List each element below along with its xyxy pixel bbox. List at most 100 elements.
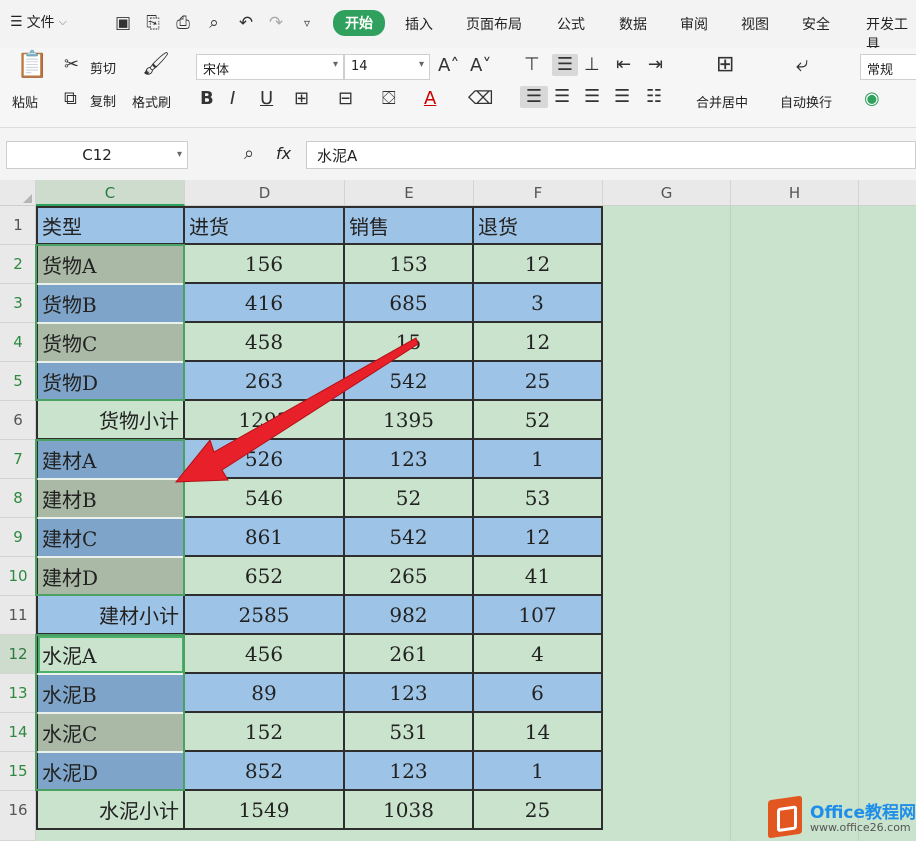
format-painter-icon[interactable]: 🖌 [142, 54, 170, 76]
cell-type[interactable]: 水泥B [36, 674, 185, 713]
tab-formulas[interactable]: 公式 [557, 14, 585, 34]
format-painter-button[interactable]: 格式刷 [132, 92, 171, 111]
column-header-c[interactable]: C [36, 180, 185, 206]
row-header-7[interactable]: 7 [0, 440, 36, 479]
cell-sales[interactable]: 542 [345, 362, 474, 401]
cell-sales[interactable]: 123 [345, 674, 474, 713]
number-format-select[interactable]: 常规 [860, 54, 916, 80]
indent-increase-icon[interactable]: ⇥ [648, 54, 663, 76]
distribute-icon[interactable]: ☷ [646, 86, 662, 108]
paste-icon[interactable]: 📋 [16, 52, 48, 78]
font-color-icon[interactable]: A [424, 88, 436, 110]
row-header-13[interactable]: 13 [0, 674, 36, 713]
cut-button[interactable]: 剪切 [90, 58, 116, 77]
cell-sales[interactable]: 542 [345, 518, 474, 557]
cell-type[interactable]: 货物D [36, 362, 185, 401]
align-bottom-icon[interactable]: ⊥ [584, 54, 600, 76]
cell-returns[interactable]: 53 [474, 479, 603, 518]
cell-type[interactable]: 货物B [36, 284, 185, 323]
merge-center-button[interactable]: 合并居中 [696, 92, 748, 111]
row-header-2[interactable]: 2 [0, 245, 36, 284]
select-all-corner[interactable] [0, 180, 36, 206]
cell-purchase[interactable]: 263 [185, 362, 345, 401]
row-header-14[interactable]: 14 [0, 713, 36, 752]
cell-sales[interactable]: 531 [345, 713, 474, 752]
cell-purchase[interactable]: 458 [185, 323, 345, 362]
fill-color-icon[interactable]: ⊟ [338, 88, 353, 110]
column-header-h[interactable]: H [731, 180, 859, 206]
bucket-icon[interactable]: ⛋ [382, 88, 396, 110]
font-size-select[interactable]: 14 ▾ [344, 54, 430, 80]
align-middle-icon[interactable]: ☰ [552, 54, 578, 76]
row-header-3[interactable]: 3 [0, 284, 36, 323]
cell-purchase[interactable]: 156 [185, 245, 345, 284]
cell-sales[interactable]: 265 [345, 557, 474, 596]
cell-purchase[interactable]: 2585 [185, 596, 345, 635]
cell-purchase[interactable]: 852 [185, 752, 345, 791]
row-header-9[interactable]: 9 [0, 518, 36, 557]
underline-icon[interactable]: U [260, 88, 273, 110]
cell-returns[interactable]: 3 [474, 284, 603, 323]
row-header-8[interactable]: 8 [0, 479, 36, 518]
cell-returns[interactable]: 25 [474, 791, 603, 830]
paste-button[interactable]: 粘贴 [12, 92, 38, 111]
increase-font-icon[interactable]: A˄ [438, 55, 459, 77]
cell-type[interactable]: 货物小计 [36, 401, 185, 440]
header-cell-returns[interactable]: 退货 [474, 206, 603, 245]
cell-purchase[interactable]: 526 [185, 440, 345, 479]
cell-type[interactable]: 货物C [36, 323, 185, 362]
cell-returns[interactable]: 52 [474, 401, 603, 440]
cell-purchase[interactable]: 89 [185, 674, 345, 713]
cell-returns[interactable]: 25 [474, 362, 603, 401]
redo-icon[interactable]: ↷ [265, 12, 287, 34]
cell-returns[interactable]: 6 [474, 674, 603, 713]
cell-purchase[interactable]: 456 [185, 635, 345, 674]
tab-review[interactable]: 审阅 [680, 14, 708, 34]
row-header-16[interactable]: 16 [0, 791, 36, 841]
cell-returns[interactable]: 12 [474, 518, 603, 557]
cell-returns[interactable]: 4 [474, 635, 603, 674]
row-header-12[interactable]: 12 [0, 635, 36, 674]
bold-icon[interactable]: B [200, 88, 214, 110]
cell-type[interactable]: 水泥小计 [36, 791, 185, 830]
cell-returns[interactable]: 12 [474, 245, 603, 284]
cell-type[interactable]: 货物A [36, 245, 185, 284]
cell-sales[interactable]: 15 [345, 323, 474, 362]
currency-icon[interactable]: ◉ [864, 88, 880, 110]
tab-data[interactable]: 数据 [619, 14, 647, 34]
cell-sales[interactable]: 685 [345, 284, 474, 323]
eraser-icon[interactable]: ⌫ [468, 88, 493, 110]
export-icon[interactable]: ⎘ [142, 12, 164, 34]
indent-decrease-icon[interactable]: ⇤ [616, 54, 631, 76]
cell-sales[interactable]: 153 [345, 245, 474, 284]
tab-home[interactable]: 开始 [333, 10, 385, 36]
cell-purchase[interactable]: 652 [185, 557, 345, 596]
align-center-icon[interactable]: ☰ [554, 86, 570, 108]
cell-sales[interactable]: 123 [345, 752, 474, 791]
copy-button[interactable]: 复制 [90, 91, 116, 110]
cell-purchase[interactable]: 1293 [185, 401, 345, 440]
cell-returns[interactable]: 12 [474, 323, 603, 362]
cell-type[interactable]: 建材D [36, 557, 185, 596]
cell-purchase[interactable]: 546 [185, 479, 345, 518]
cell-type[interactable]: 水泥D [36, 752, 185, 791]
column-header-f[interactable]: F [474, 180, 603, 206]
row-header-11[interactable]: 11 [0, 596, 36, 635]
cell-type[interactable]: 水泥C [36, 713, 185, 752]
cell-purchase[interactable]: 152 [185, 713, 345, 752]
row-header-5[interactable]: 5 [0, 362, 36, 401]
cell-sales[interactable]: 52 [345, 479, 474, 518]
cell-returns[interactable]: 1 [474, 440, 603, 479]
save-icon[interactable]: ▣ [112, 12, 134, 34]
header-cell-type[interactable]: 类型 [36, 206, 185, 245]
row-header-10[interactable]: 10 [0, 557, 36, 596]
header-cell-purchase[interactable]: 进货 [185, 206, 345, 245]
header-cell-sales[interactable]: 销售 [345, 206, 474, 245]
border-icon[interactable]: ⊞ [294, 88, 309, 110]
file-menu[interactable]: ☰ 文件 ⌵ [10, 12, 67, 32]
cell-purchase[interactable]: 1549 [185, 791, 345, 830]
tab-insert[interactable]: 插入 [405, 14, 433, 34]
align-left-icon[interactable]: ☰ [520, 86, 548, 108]
justify-icon[interactable]: ☰ [614, 86, 630, 108]
cell-type[interactable]: 建材小计 [36, 596, 185, 635]
